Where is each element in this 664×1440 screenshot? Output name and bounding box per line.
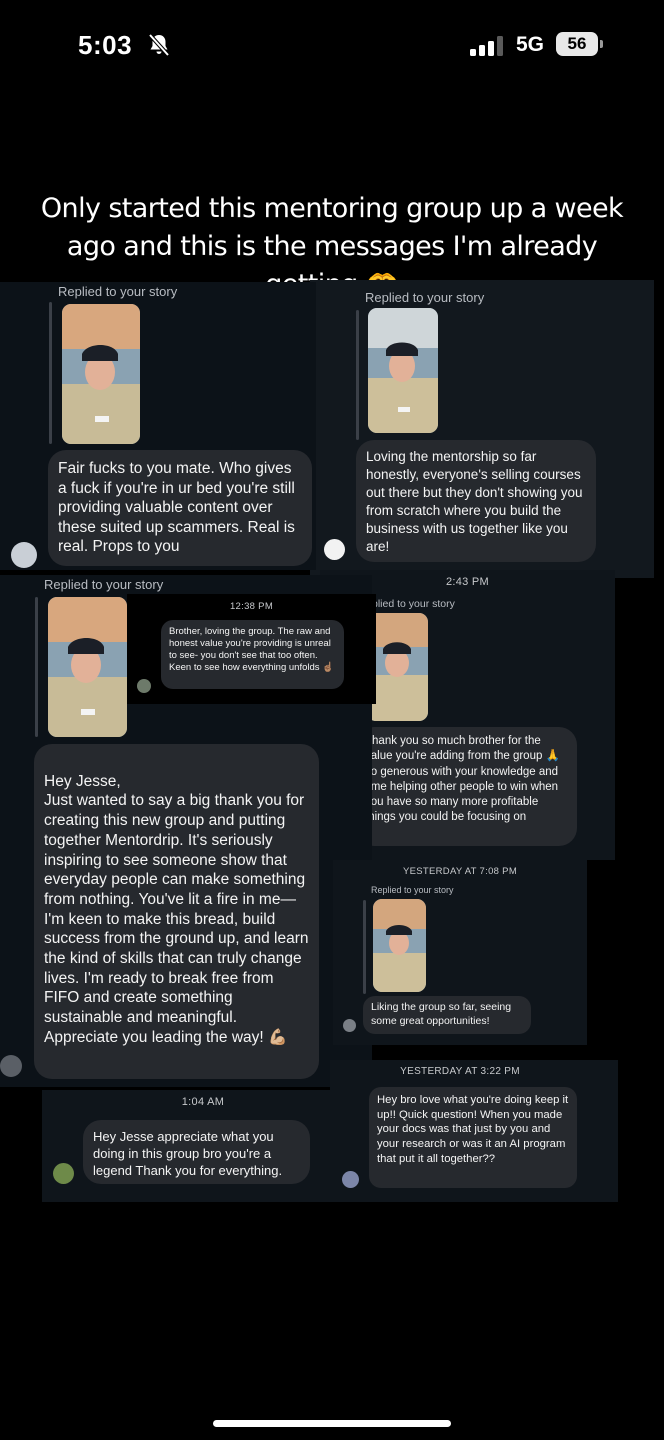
battery-icon: 56 xyxy=(556,32,604,56)
message-bubble: Liking the group so far, seeing some gre… xyxy=(363,996,531,1034)
message-bubble: Thank you so much brother for the value … xyxy=(356,727,577,846)
message-timestamp: 12:38 PM xyxy=(229,601,274,612)
reply-bar xyxy=(49,302,52,444)
home-indicator[interactable] xyxy=(213,1420,451,1427)
dm-screenshot: 1:04 AM Hey Jesse appreciate what you do… xyxy=(42,1090,340,1202)
cellular-signal-icon xyxy=(470,36,503,56)
message-bubble: Hey Jesse appreciate what you doing in t… xyxy=(83,1120,310,1184)
dm-screenshot: YESTERDAY AT 3:22 PM Hey bro love what y… xyxy=(330,1060,618,1202)
replied-label: plied to your story xyxy=(372,598,455,610)
reply-bar xyxy=(35,597,38,737)
status-bar: 5:03 5G 56 xyxy=(0,0,664,90)
message-timestamp: YESTERDAY AT 7:08 PM xyxy=(402,866,518,877)
dm-screenshot: YESTERDAY AT 7:08 PM Replied to your sto… xyxy=(333,860,587,1045)
sender-avatar[interactable] xyxy=(53,1163,74,1184)
message-bubble: Hey Jesse, Just wanted to say a big than… xyxy=(34,744,319,1079)
dm-screenshot: Replied to your story Loving the mentors… xyxy=(310,280,654,578)
sender-avatar[interactable] xyxy=(11,542,37,568)
network-type: 5G xyxy=(516,33,545,56)
sender-avatar[interactable] xyxy=(324,539,345,560)
message-timestamp: YESTERDAY AT 3:22 PM xyxy=(400,1066,520,1077)
status-time: 5:03 xyxy=(78,30,133,60)
story-thumbnail[interactable] xyxy=(367,613,428,721)
reply-bar xyxy=(356,310,359,440)
story-thumbnail[interactable] xyxy=(62,304,140,444)
reply-bar xyxy=(363,900,366,994)
sender-avatar[interactable] xyxy=(342,1171,359,1188)
message-bubble: Hey bro love what you're doing keep it u… xyxy=(369,1087,577,1188)
sender-avatar[interactable] xyxy=(0,1055,22,1077)
story-thumbnail[interactable] xyxy=(373,899,426,992)
replied-label: Replied to your story xyxy=(44,577,164,592)
replied-label: Replied to your story xyxy=(365,290,485,305)
story-thumbnail[interactable] xyxy=(368,308,438,433)
message-bubble: Brother, loving the group. The raw and h… xyxy=(161,620,344,689)
story-thumbnail[interactable] xyxy=(48,597,127,737)
bell-slash-icon xyxy=(148,33,170,57)
replied-label: Replied to your story xyxy=(58,284,178,299)
sender-avatar[interactable] xyxy=(137,679,151,693)
replied-label: Replied to your story xyxy=(371,885,454,895)
sender-avatar[interactable] xyxy=(343,1019,356,1032)
dm-screenshot: Replied to your story Fair fucks to you … xyxy=(0,282,316,570)
message-bubble: Loving the mentorship so far honestly, e… xyxy=(356,440,596,562)
message-timestamp: 1:04 AM xyxy=(181,1096,225,1108)
dm-screenshot: 12:38 PM Brother, loving the group. The … xyxy=(127,594,376,704)
message-bubble: Fair fucks to you mate. Who gives a fuck… xyxy=(48,450,312,566)
battery-level: 56 xyxy=(556,32,598,56)
